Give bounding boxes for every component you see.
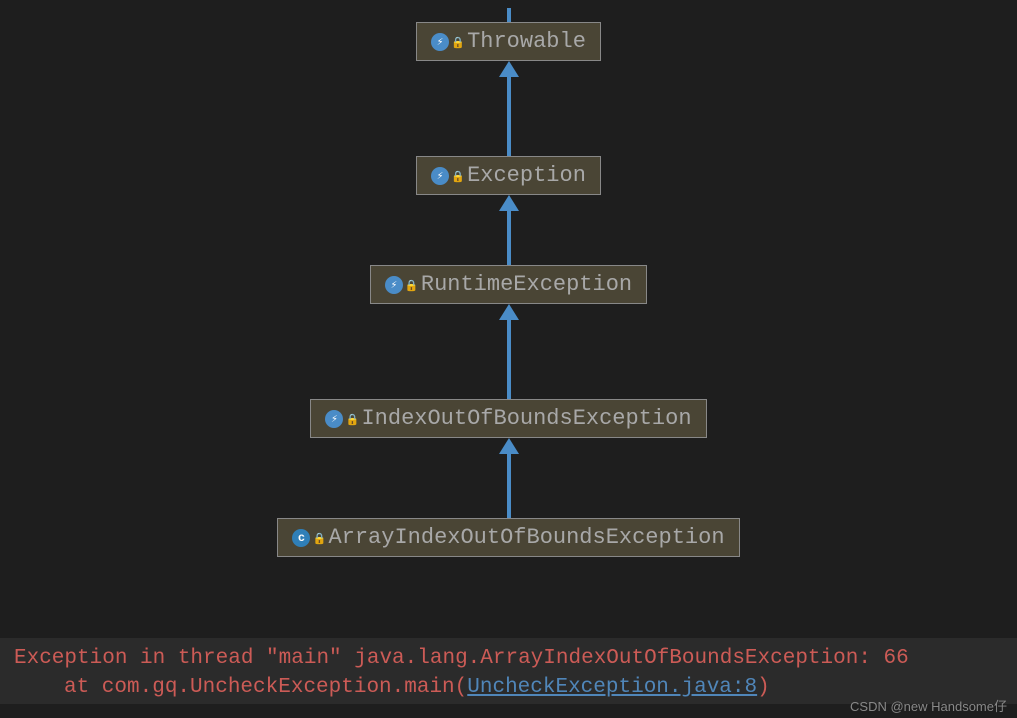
stacktrace-suffix: ) <box>757 676 770 699</box>
watermark: CSDN @new Handsome仔 <box>850 696 1007 715</box>
stacktrace-prefix: at com.gq.UncheckException.main( <box>64 676 467 699</box>
class-icon: ⚡ 🔒 <box>385 276 415 294</box>
class-icon: ⚡ 🔒 <box>431 33 461 51</box>
lock-icon: 🔒 <box>451 170 461 182</box>
class-letter-icon: c <box>298 531 305 545</box>
class-icon: ⚡ 🔒 <box>431 167 461 185</box>
class-icon: c 🔒 <box>292 529 322 547</box>
lock-icon: 🔒 <box>451 36 461 48</box>
inheritance-arrow <box>499 61 519 156</box>
inheritance-arrow <box>499 195 519 265</box>
class-name: Throwable <box>467 29 586 54</box>
class-box-indexoutofbounds[interactable]: ⚡ 🔒 IndexOutOfBoundsException <box>310 399 706 438</box>
class-name: RuntimeException <box>421 272 632 297</box>
stacktrace-link[interactable]: UncheckException.java:8 <box>467 676 757 699</box>
lightning-icon: ⚡ <box>437 35 444 49</box>
class-name: ArrayIndexOutOfBoundsException <box>328 525 724 550</box>
inheritance-arrow <box>499 438 519 518</box>
class-name: IndexOutOfBoundsException <box>361 406 691 431</box>
class-icon: ⚡ 🔒 <box>325 410 355 428</box>
class-box-arrayindexoutofbounds[interactable]: c 🔒 ArrayIndexOutOfBoundsException <box>277 518 739 557</box>
class-box-throwable[interactable]: ⚡ 🔒 Throwable <box>416 22 601 61</box>
lightning-icon: ⚡ <box>391 278 398 292</box>
exception-message: Exception in thread "main" java.lang.Arr… <box>14 644 1003 673</box>
inheritance-stub <box>507 8 511 22</box>
lock-icon: 🔒 <box>345 413 355 425</box>
class-box-exception[interactable]: ⚡ 🔒 Exception <box>416 156 601 195</box>
inheritance-arrow <box>499 304 519 399</box>
lightning-icon: ⚡ <box>331 412 338 426</box>
lightning-icon: ⚡ <box>437 169 444 183</box>
class-hierarchy-diagram: ⚡ 🔒 Throwable ⚡ 🔒 Exception ⚡ 🔒 RuntimeE… <box>209 0 809 638</box>
lock-icon: 🔒 <box>312 532 322 544</box>
class-name: Exception <box>467 163 586 188</box>
lock-icon: 🔒 <box>405 279 415 291</box>
class-box-runtimeexception[interactable]: ⚡ 🔒 RuntimeException <box>370 265 647 304</box>
console-output: Exception in thread "main" java.lang.Arr… <box>0 638 1017 704</box>
